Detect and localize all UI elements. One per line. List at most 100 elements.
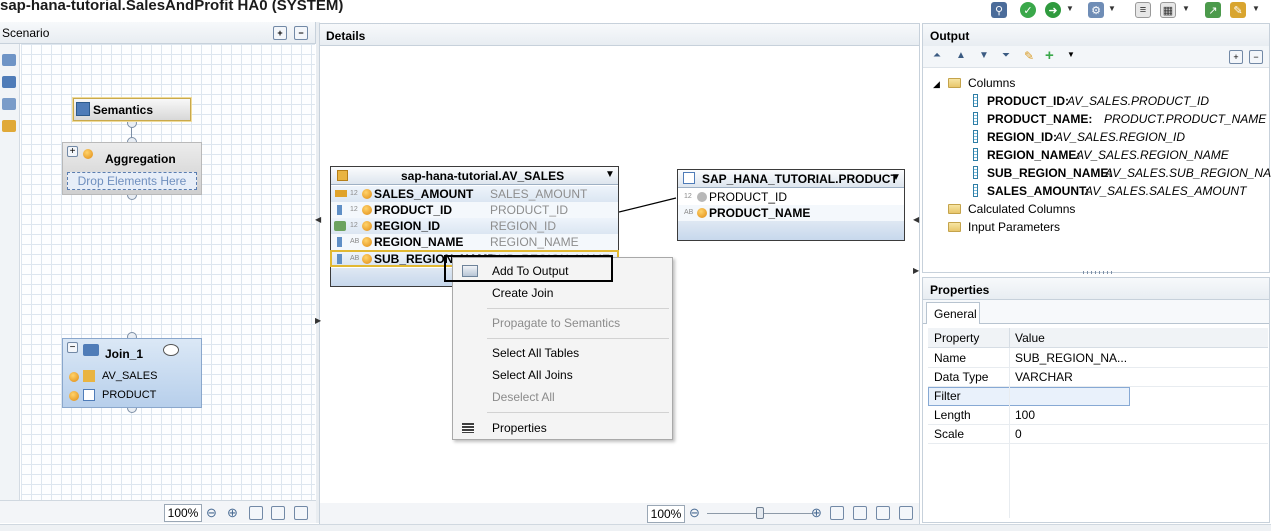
output-tree: ◢ Columns PRODUCT_ID: AV_SALES.PRODUCT_I… xyxy=(923,74,1271,264)
arrange-icon[interactable] xyxy=(271,506,285,520)
zoom-level[interactable]: 100% xyxy=(164,504,202,522)
chevron-down-icon[interactable]: ▼ xyxy=(1108,4,1116,13)
type-label: AB xyxy=(350,238,360,245)
zoom-slider-thumb[interactable] xyxy=(756,507,764,519)
properties-title: Properties xyxy=(930,283,990,297)
table-row[interactable]: AB PRODUCT_NAME xyxy=(678,205,904,221)
collapse-left-icon[interactable]: ◀ xyxy=(315,215,321,224)
table-row[interactable]: 12 SALES_AMOUNT SALES_AMOUNT xyxy=(331,186,618,202)
tree-label: Calculated Columns xyxy=(968,202,1076,216)
aggregation-tool-icon[interactable] xyxy=(2,120,16,132)
expand-all-icon[interactable]: + xyxy=(1229,50,1243,64)
collapse-right-icon[interactable]: ◀ xyxy=(913,215,919,224)
property-row[interactable]: Scale 0 xyxy=(928,425,1268,444)
tree-expanded-icon[interactable]: ◢ xyxy=(933,79,940,89)
menu-item-properties[interactable]: Properties xyxy=(453,418,672,438)
output-column-source: AV_SALES.REGION_ID xyxy=(1055,130,1186,144)
zoom-in-icon[interactable]: ⊕ xyxy=(811,505,822,521)
tab-label: General xyxy=(934,307,977,321)
property-name: Data Type xyxy=(934,370,989,384)
context-menu: Add To Output Create Join Propagate to S… xyxy=(452,257,673,440)
chevron-down-icon[interactable]: ▼ xyxy=(1067,50,1075,59)
folder-icon xyxy=(948,78,961,88)
expand-icon[interactable]: + xyxy=(67,146,78,157)
binoculars-icon[interactable]: ⚲ xyxy=(991,2,1007,18)
output-column-source: AV_SALES.REGION_NAME xyxy=(1076,148,1229,162)
property-row[interactable]: Length 100 xyxy=(928,406,1268,425)
collapse-icon[interactable]: − xyxy=(67,342,78,353)
aggregation-node[interactable]: + Aggregation Drop Elements Here xyxy=(62,142,202,195)
layout-icon[interactable] xyxy=(899,506,913,520)
table-row[interactable]: 12 PRODUCT_ID xyxy=(678,189,904,205)
collapse-all-icon[interactable]: − xyxy=(1249,50,1263,64)
property-row-selected[interactable]: Filter xyxy=(928,387,1130,406)
layout-icon[interactable] xyxy=(294,506,308,520)
menu-item-create-join[interactable]: Create Join xyxy=(453,283,672,303)
zoom-out-icon[interactable]: ⊖ xyxy=(689,505,700,521)
menu-item-select-all-joins[interactable]: Select All Joins xyxy=(453,365,672,385)
layout-icon[interactable]: ▦ xyxy=(1160,2,1176,18)
join-link[interactable] xyxy=(619,196,679,216)
document-icon[interactable]: ≡ xyxy=(1135,2,1151,18)
property-name: Length xyxy=(934,408,971,422)
menu-item-label: Propagate to Semantics xyxy=(492,316,621,330)
zoom-in-icon[interactable]: ⊕ xyxy=(227,505,238,521)
fit-icon[interactable] xyxy=(249,506,263,520)
add-icon[interactable]: + xyxy=(1045,47,1054,64)
tools-icon[interactable]: ✎ xyxy=(1230,2,1246,18)
join-tool-icon[interactable] xyxy=(2,76,16,88)
zoom-level[interactable]: 100% xyxy=(647,505,685,523)
table-row[interactable]: 12 PRODUCT_ID PRODUCT_ID xyxy=(331,202,618,218)
chevron-down-icon[interactable]: ▼ xyxy=(891,172,901,183)
chevron-down-icon[interactable]: ▼ xyxy=(605,169,615,180)
chevron-down-icon[interactable]: ▼ xyxy=(1182,4,1190,13)
join-node[interactable]: − Join_1 AV_SALES PRODUCT xyxy=(62,338,202,408)
column-icon xyxy=(362,189,372,199)
menu-item-select-all-tables[interactable]: Select All Tables xyxy=(453,343,672,363)
data-preview-icon[interactable]: ⚙ xyxy=(1088,2,1104,18)
chevron-down-icon[interactable]: ▼ xyxy=(1066,4,1074,13)
expand-all-icon[interactable]: + xyxy=(273,26,287,40)
export-icon[interactable]: ↗ xyxy=(1205,2,1221,18)
drop-zone[interactable]: Drop Elements Here xyxy=(67,172,197,190)
column-name: PRODUCT_NAME xyxy=(709,206,811,220)
move-bottom-icon[interactable]: ⏷ xyxy=(1002,50,1010,61)
output-column-name: SUB_REGION_NAME: xyxy=(987,166,1113,180)
move-down-icon[interactable]: ▼ xyxy=(979,50,989,61)
projection-icon[interactable] xyxy=(2,54,16,66)
product-table[interactable]: SAP_HANA_TUTORIAL.PRODUCT ▼ 12 PRODUCT_I… xyxy=(677,169,905,241)
union-tool-icon[interactable] xyxy=(2,98,16,110)
table-header: SAP_HANA_TUTORIAL.PRODUCT ▼ xyxy=(678,170,904,188)
cube-icon xyxy=(83,370,95,382)
grid-icon[interactable] xyxy=(876,506,890,520)
properties-tabs: General xyxy=(923,300,1269,324)
expand-left-icon[interactable]: ▶ xyxy=(913,266,919,275)
editor-title: sap-hana-tutorial.SalesAndProfit HA0 (SY… xyxy=(0,0,344,14)
chevron-down-icon[interactable]: ▼ xyxy=(1252,4,1260,13)
type-label: 12 xyxy=(350,206,358,213)
tree-node-columns[interactable]: ◢ Columns xyxy=(933,74,1015,93)
zoom-out-icon[interactable]: ⊖ xyxy=(206,505,217,521)
scenario-zoom-bar: 100% ⊖ ⊕ xyxy=(0,500,316,523)
table-row[interactable]: AB REGION_NAME REGION_NAME xyxy=(331,234,618,250)
semantics-node[interactable]: Semantics xyxy=(73,98,191,121)
highlight-box xyxy=(444,255,613,282)
validate-icon[interactable]: ✓ xyxy=(1020,2,1036,18)
move-up-icon[interactable]: ▲ xyxy=(956,50,966,61)
inner-join-icon[interactable] xyxy=(163,344,179,356)
fit-icon[interactable] xyxy=(830,506,844,520)
horizontal-splitter[interactable] xyxy=(1083,271,1113,274)
collapse-all-icon[interactable]: − xyxy=(294,26,308,40)
activate-icon[interactable]: ➜ xyxy=(1045,2,1061,18)
property-row[interactable]: Name SUB_REGION_NA... xyxy=(928,349,1268,368)
tab-general[interactable]: General xyxy=(926,302,980,324)
expand-right-icon[interactable]: ▶ xyxy=(315,316,321,325)
column-name: PRODUCT_ID xyxy=(374,203,453,217)
property-row[interactable]: Data Type VARCHAR xyxy=(928,368,1268,387)
column-icon xyxy=(973,184,978,197)
column-icon xyxy=(973,130,978,143)
arrange-icon[interactable] xyxy=(853,506,867,520)
move-top-icon[interactable]: ⏶ xyxy=(933,50,941,61)
edit-icon[interactable]: ✎ xyxy=(1024,49,1034,63)
table-row[interactable]: 12 REGION_ID REGION_ID xyxy=(331,218,618,234)
